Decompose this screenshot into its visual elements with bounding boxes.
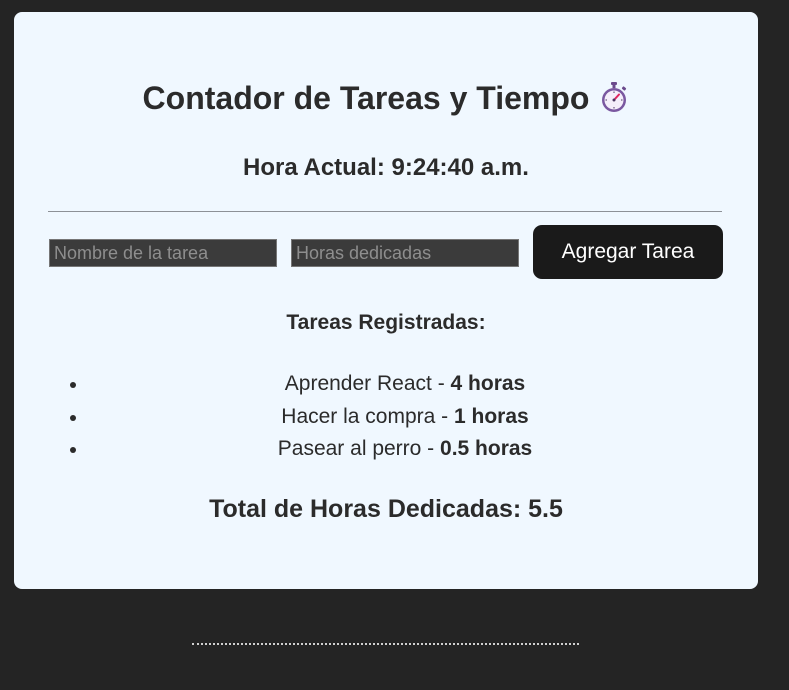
list-item: Pasear al perro - 0.5 horas — [88, 433, 722, 466]
task-separator: - — [431, 372, 451, 395]
add-task-button[interactable]: Agregar Tarea — [533, 225, 723, 279]
task-name: Pasear al perro — [277, 437, 422, 460]
list-item: Hacer la compra - 1 horas — [88, 401, 722, 434]
task-hours: 1 horas — [454, 404, 529, 428]
divider — [48, 211, 722, 212]
task-separator: - — [421, 437, 441, 460]
task-separator: - — [435, 404, 455, 428]
stopwatch-icon — [599, 81, 629, 122]
list-item: Aprender React - 4 horas — [88, 368, 722, 401]
total-hours: Total de Horas Dedicadas: 5.5 — [209, 495, 563, 523]
page-title: Contador de Tareas y Tiempo — [14, 78, 758, 122]
dotted-divider — [192, 643, 579, 645]
task-name: Hacer la compra — [281, 404, 436, 428]
task-counter-card: Contador de Tareas y Tiempo Hora Actual:… — [14, 12, 758, 589]
current-time: Hora Actual: 9:24:40 a.m. — [243, 154, 529, 181]
task-name-input[interactable] — [49, 239, 277, 267]
task-name: Aprender React — [284, 372, 432, 395]
page-title-text: Contador de Tareas y Tiempo — [142, 80, 590, 116]
task-hours: 0.5 horas — [440, 437, 533, 460]
task-hours: 4 horas — [450, 372, 526, 395]
hours-input[interactable] — [291, 239, 519, 267]
task-list-heading: Tareas Registradas: — [286, 311, 486, 334]
task-list: Aprender React - 4 horas Hacer la compra… — [48, 368, 722, 466]
